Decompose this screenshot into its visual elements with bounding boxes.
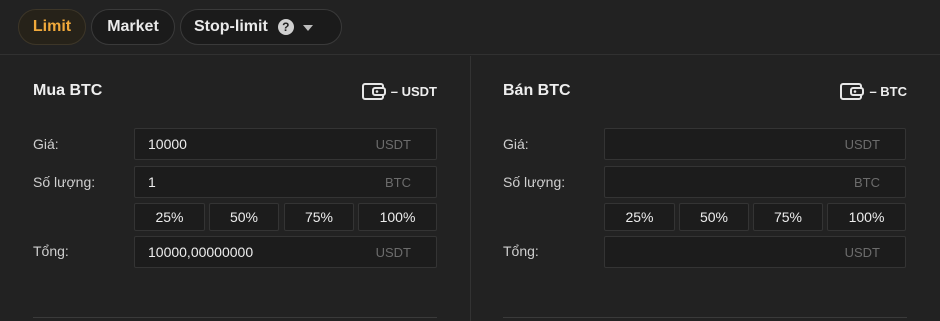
buy-price-input[interactable]: 10000 USDT (134, 128, 437, 160)
buy-amount-label: Số lượng: (33, 174, 96, 190)
sell-price-unit: USDT (844, 136, 880, 152)
sell-price-input[interactable]: USDT (604, 128, 906, 160)
chevron-down-icon[interactable] (302, 25, 313, 31)
buy-total-input[interactable]: 10000,00000000 USDT (134, 236, 437, 268)
sell-price-label: Giá: (503, 136, 529, 152)
buy-title: Mua BTC (33, 82, 103, 99)
sell-title: Bán BTC (503, 82, 571, 99)
tab-market[interactable]: Market (91, 9, 175, 45)
buy-price-label: Giá: (33, 136, 59, 152)
sell-wallet-balance: – BTC (840, 82, 907, 100)
buy-wallet-balance: – USDT (361, 82, 437, 100)
sell-amount-input[interactable]: BTC (604, 166, 906, 198)
buy-total-label: Tổng: (33, 243, 69, 259)
order-type-tabs: Limit Market Stop-limit ? (0, 0, 940, 55)
buy-amount-input[interactable]: 1 BTC (134, 166, 437, 198)
wallet-icon (361, 83, 386, 100)
buy-pct-50-button[interactable]: 50% (209, 203, 279, 231)
sell-total-label: Tổng: (503, 243, 539, 259)
sell-pct-100-button[interactable]: 100% (827, 203, 906, 231)
sell-total-unit: USDT (844, 244, 880, 260)
tab-stop-limit[interactable]: Stop-limit ? (180, 9, 342, 45)
sell-wallet-label: – BTC (869, 83, 907, 99)
buy-pct-25-button[interactable]: 25% (134, 203, 205, 231)
sell-pct-50-button[interactable]: 50% (679, 203, 749, 231)
buy-pct-75-button[interactable]: 75% (284, 203, 354, 231)
tab-stop-limit-label: Stop-limit (194, 18, 268, 35)
buy-amount-unit: BTC (385, 174, 411, 190)
sell-panel: Bán BTC – BTC Giá: USDT Số lượng: BTC 25… (470, 56, 910, 321)
buy-total-unit: USDT (375, 244, 411, 260)
help-icon[interactable]: ? (277, 19, 294, 35)
sell-amount-label: Số lượng: (503, 174, 566, 190)
wallet-icon (840, 83, 865, 100)
sell-total-input[interactable]: USDT (604, 236, 906, 268)
tab-limit[interactable]: Limit (18, 9, 86, 45)
buy-wallet-label: – USDT (390, 83, 437, 99)
buy-price-unit: USDT (375, 136, 411, 152)
sell-pct-25-button[interactable]: 25% (604, 203, 675, 231)
buy-panel: Mua BTC – USDT Giá: 10000 USDT Số lượng:… (0, 56, 440, 321)
buy-price-value: 10000 (148, 136, 187, 152)
buy-amount-value: 1 (148, 174, 156, 190)
buy-pct-100-button[interactable]: 100% (358, 203, 437, 231)
sell-pct-75-button[interactable]: 75% (753, 203, 823, 231)
sell-percent-buttons: 25% 50% 75% 100% (604, 203, 906, 231)
sell-amount-unit: BTC (854, 174, 880, 190)
buy-percent-buttons: 25% 50% 75% 100% (134, 203, 437, 231)
buy-total-value: 10000,00000000 (148, 244, 254, 260)
